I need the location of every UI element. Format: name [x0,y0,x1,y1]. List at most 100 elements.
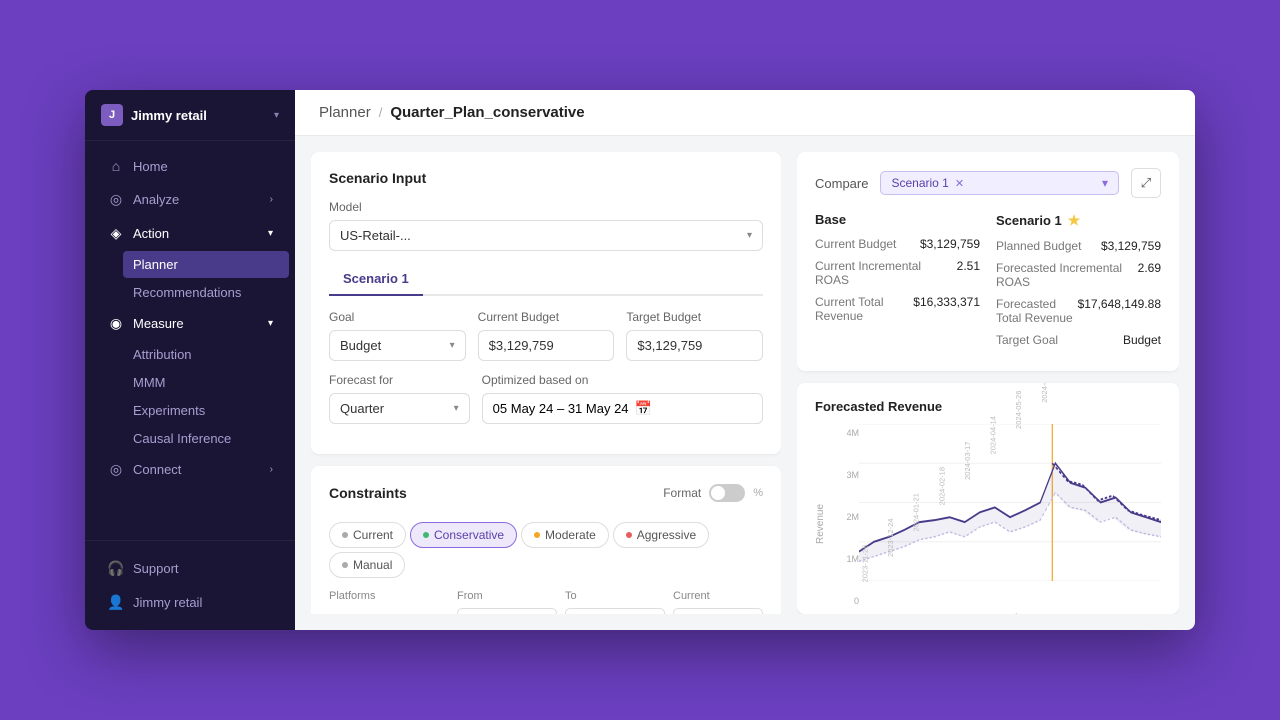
scenario-input-title: Scenario Input [329,170,763,186]
brand-logo: J [101,104,123,126]
aggressive-dot [626,532,632,538]
user-icon: 👤 [107,594,125,611]
sidebar-item-user[interactable]: 👤 Jimmy retail [91,586,289,619]
table-header-row: Platforms From To Current [329,590,763,602]
constraint-tab-moderate[interactable]: Moderate [521,522,609,548]
forecast-select[interactable]: Quarter ▾ [329,393,470,424]
sidebar-label-analyze: Analyze [133,192,179,207]
goal-group: Goal Budget ▾ [329,310,466,361]
forecast-row: Forecast for Quarter ▾ Optimized based o… [329,373,763,424]
target-budget-input[interactable] [626,330,763,361]
scenario-row-3: Target Goal Budget [996,333,1161,347]
measure-icon: ◉ [107,315,125,332]
home-icon: ⌂ [107,158,125,174]
sidebar-item-home[interactable]: ⌂ Home [91,150,289,182]
model-select[interactable]: US-Retail-... ▾ [329,220,763,251]
recommendations-label: Recommendations [133,285,241,300]
sidebar-item-mmm[interactable]: MMM [123,369,289,396]
comparison-grid: Base Current Budget $3,129,759 Current I… [815,212,1161,355]
from-input-0[interactable] [457,608,557,614]
forecast-chevron: ▾ [454,403,459,414]
scenario-dropdown-chevron: ▾ [1102,176,1108,190]
constraint-tab-current[interactable]: Current [329,522,406,548]
planner-label: Planner [133,257,178,272]
right-panel: Compare Scenario 1 ✕ ▾ ⤢ Base [797,152,1179,614]
sidebar-footer: 🎧 Support 👤 Jimmy retail [85,540,295,630]
weeks-label: Weeks [859,613,1161,614]
format-toggle[interactable] [709,484,745,502]
sidebar-item-recommendations[interactable]: Recommendations [123,279,289,306]
brand-chevron-icon: ▾ [274,110,279,121]
sidebar-item-causal[interactable]: Causal Inference [123,425,289,452]
scenario-input-card: Scenario Input Model US-Retail-... ▾ Sce… [311,152,781,454]
scenario-column: Scenario 1 ★ Planned Budget $3,129,759 F… [996,212,1161,355]
chart-title: Forecasted Revenue [815,399,1161,414]
sidebar-item-planner[interactable]: Planner [123,251,289,278]
sidebar-label-action: Action [133,226,169,241]
sidebar-item-analyze[interactable]: ◎ Analyze › [91,183,289,216]
brand-area[interactable]: J Jimmy retail ▾ [85,90,295,141]
analyze-icon: ◎ [107,191,125,208]
current-budget-group: Current Budget [478,310,615,361]
user-label: Jimmy retail [133,595,202,610]
connect-chevron-icon: › [270,464,273,475]
target-budget-label: Target Budget [626,310,763,324]
topbar-separator: / [379,105,383,120]
col-platforms: Platforms [329,590,449,602]
sidebar: J Jimmy retail ▾ ⌂ Home ◎ Analyze › ◈ Ac… [85,90,295,630]
col-to: To [565,590,665,602]
calendar-icon[interactable]: 📅 [635,400,652,417]
to-input-0[interactable] [565,608,665,614]
constraint-tab-manual[interactable]: Manual [329,552,405,578]
current-budget-label: Current Budget [478,310,615,324]
date-range-input[interactable]: 05 May 24 – 31 May 24 📅 [482,393,763,424]
table-row: Google BOF [329,608,763,614]
scenario-tab-1[interactable]: Scenario 1 [329,263,423,296]
constraint-tab-aggressive[interactable]: Aggressive [613,522,709,548]
scenario-tag-close[interactable]: ✕ [955,177,964,190]
goal-select[interactable]: Budget ▾ [329,330,466,361]
date-range-text: 05 May 24 – 31 May 24 [493,401,629,416]
topbar-plan-name: Quarter_Plan_conservative [390,104,584,121]
action-submenu: Planner Recommendations [85,251,295,306]
constraint-tabs: Current Conservative Moderate Aggre [329,522,763,578]
current-dot [342,532,348,538]
sidebar-label-home: Home [133,159,168,174]
action-icon: ◈ [107,225,125,242]
compare-card: Compare Scenario 1 ✕ ▾ ⤢ Base [797,152,1179,371]
current-input-0[interactable] [673,608,763,614]
goal-label: Goal [329,310,466,324]
model-select-chevron: ▾ [747,230,752,241]
scenario-tag: Scenario 1 ✕ ▾ [880,171,1119,195]
sidebar-item-support[interactable]: 🎧 Support [91,552,289,585]
sidebar-item-action[interactable]: ◈ Action ▾ [91,217,289,250]
format-row: Format % [663,484,763,502]
analyze-chevron-icon: › [270,194,273,205]
base-row-0: Current Budget $3,129,759 [815,237,980,251]
scenario-row-2: Forecasted Total Revenue $17,648,149.88 [996,297,1161,325]
sidebar-item-connect[interactable]: ◎ Connect › [91,453,289,486]
current-budget-input[interactable] [478,330,615,361]
base-row-2: Current Total Revenue $16,333,371 [815,295,980,323]
constraints-card: Constraints Format % Current [311,466,781,614]
optimized-group: Optimized based on 05 May 24 – 31 May 24… [482,373,763,424]
support-icon: 🎧 [107,560,125,577]
sidebar-item-measure[interactable]: ◉ Measure ▾ [91,307,289,340]
base-title: Base [815,212,980,227]
topbar-planner[interactable]: Planner [319,104,371,121]
sidebar-label-measure: Measure [133,316,184,331]
col-from: From [457,590,557,602]
conservative-dot [423,532,429,538]
expand-button[interactable]: ⤢ [1131,168,1161,198]
sidebar-item-attribution[interactable]: Attribution [123,341,289,368]
star-icon: ★ [1068,212,1081,229]
main-content: Planner / Quarter_Plan_conservative Scen… [295,90,1195,630]
sidebar-item-experiments[interactable]: Experiments [123,397,289,424]
constraint-tab-conservative[interactable]: Conservative [410,522,517,548]
optimized-label: Optimized based on [482,373,763,387]
constraints-title: Constraints [329,485,407,501]
scenario-row-1: Forecasted Incremental ROAS 2.69 [996,261,1161,289]
scenario-tabs: Scenario 1 [329,263,763,296]
brand-name: Jimmy retail [131,108,266,123]
sidebar-nav: ⌂ Home ◎ Analyze › ◈ Action ▾ Planner Re… [85,141,295,540]
